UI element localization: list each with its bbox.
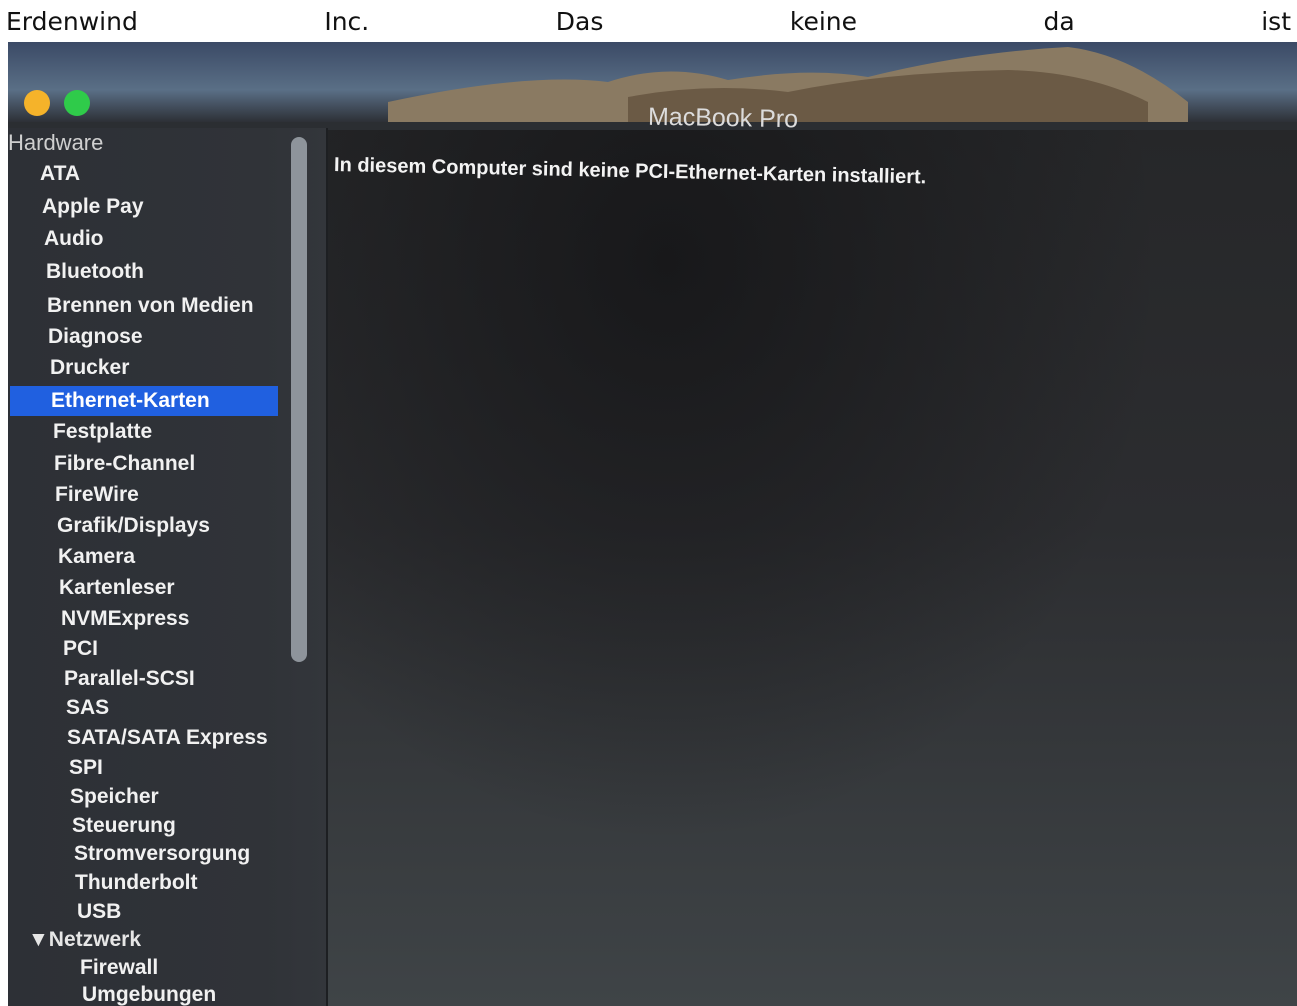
sidebar-item-firewall[interactable]: Firewall: [80, 953, 158, 983]
sidebar-item-bluetooth[interactable]: Bluetooth: [46, 257, 144, 287]
sidebar-item-parallel-scsi[interactable]: Parallel-SCSI: [64, 664, 195, 694]
caption-bar: Erdenwind Inc. Das keine da ist: [0, 0, 1297, 42]
sidebar-item-kartenleser[interactable]: Kartenleser: [59, 573, 175, 603]
caption-word: Inc.: [324, 6, 370, 36]
caption-word: keine: [789, 6, 858, 36]
sidebar-scrollbar[interactable]: [291, 137, 307, 662]
sidebar-item-speicher[interactable]: Speicher: [70, 782, 159, 812]
sidebar-item-spi[interactable]: SPI: [69, 753, 103, 783]
sidebar-item-sata-sata-express[interactable]: SATA/SATA Express: [67, 723, 268, 753]
caption-word: da: [1043, 6, 1075, 36]
sidebar-item-ata[interactable]: ATA: [40, 159, 80, 189]
sidebar-item-sas[interactable]: SAS: [66, 693, 109, 723]
sidebar-section-hardware[interactable]: Hardware: [8, 130, 103, 156]
sidebar-item-drucker[interactable]: Drucker: [50, 353, 129, 383]
sidebar-item-stromversorgung[interactable]: Stromversorgung: [74, 839, 250, 869]
minimize-button[interactable]: [24, 90, 50, 116]
sidebar-item-audio[interactable]: Audio: [44, 224, 103, 254]
sidebar-item-umgebungen[interactable]: Umgebungen: [82, 980, 216, 1006]
sidebar-item-steuerung[interactable]: Steuerung: [72, 811, 176, 841]
zoom-button[interactable]: [64, 90, 90, 116]
detail-pane: [328, 130, 1297, 1006]
sidebar-item-festplatte[interactable]: Festplatte: [53, 417, 152, 447]
sidebar-item-nvmexpress[interactable]: NVMExpress: [61, 604, 189, 634]
sidebar-item-apple-pay[interactable]: Apple Pay: [42, 192, 144, 222]
disclosure-triangle-icon[interactable]: ▼: [28, 928, 49, 951]
caption-word: Erdenwind: [6, 6, 138, 36]
caption-word: ist: [1261, 6, 1291, 36]
sidebar-item-diagnose[interactable]: Diagnose: [48, 322, 143, 352]
screen-photo: MacBook Pro Hardware ATA Apple Pay Audio…: [8, 42, 1297, 1006]
sidebar-group-netzwerk[interactable]: ▼Netzwerk: [28, 925, 141, 955]
sidebar-item-pci[interactable]: PCI: [63, 634, 98, 664]
sidebar-item-grafik-displays[interactable]: Grafik/Displays: [57, 511, 210, 541]
sidebar-item-fibre-channel[interactable]: Fibre-Channel: [54, 449, 195, 479]
sidebar-item-thunderbolt[interactable]: Thunderbolt: [75, 868, 197, 898]
sidebar-item-ethernet-karten[interactable]: Ethernet-Karten: [10, 386, 278, 416]
caption-word: Das: [555, 6, 604, 36]
sidebar-group-label: Netzwerk: [48, 928, 141, 951]
sidebar-item-brennen-von-medien[interactable]: Brennen von Medien: [47, 291, 254, 321]
sidebar-item-kamera[interactable]: Kamera: [58, 542, 135, 572]
sidebar-item-firewire[interactable]: FireWire: [55, 480, 139, 510]
sidebar-item-usb[interactable]: USB: [77, 897, 121, 927]
